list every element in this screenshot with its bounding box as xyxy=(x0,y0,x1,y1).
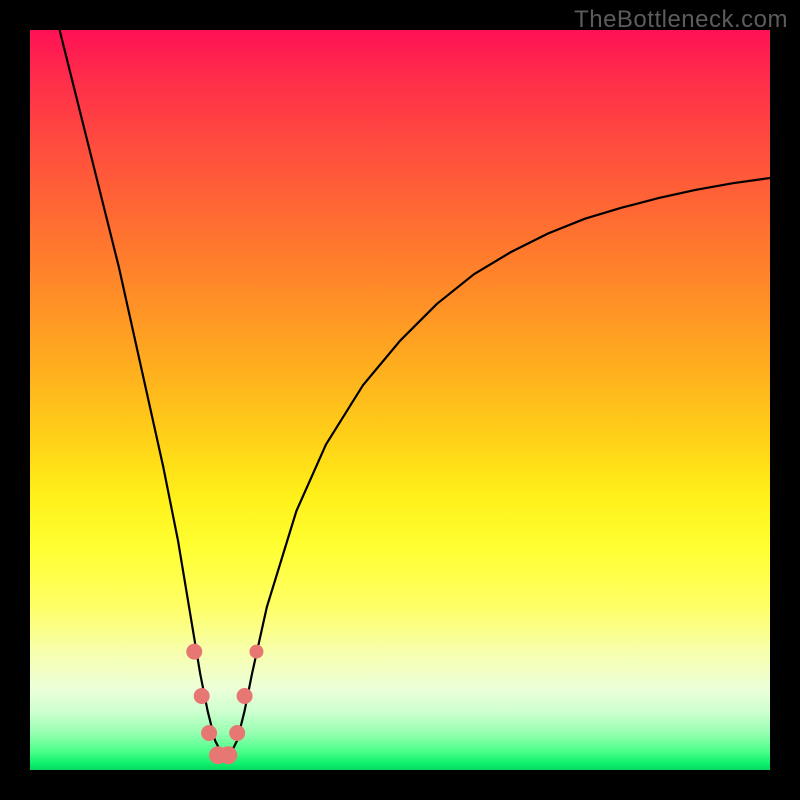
marker-dot xyxy=(249,645,263,659)
marker-dot xyxy=(219,746,237,764)
chart-frame: TheBottleneck.com xyxy=(0,0,800,800)
marker-dot xyxy=(194,688,210,704)
marker-dot xyxy=(237,688,253,704)
marker-dot xyxy=(186,644,202,660)
marker-dot xyxy=(229,725,245,741)
bottleneck-curve xyxy=(60,30,770,755)
marker-dot xyxy=(201,725,217,741)
plot-area xyxy=(30,30,770,770)
watermark-text: TheBottleneck.com xyxy=(574,6,788,34)
chart-svg xyxy=(30,30,770,770)
